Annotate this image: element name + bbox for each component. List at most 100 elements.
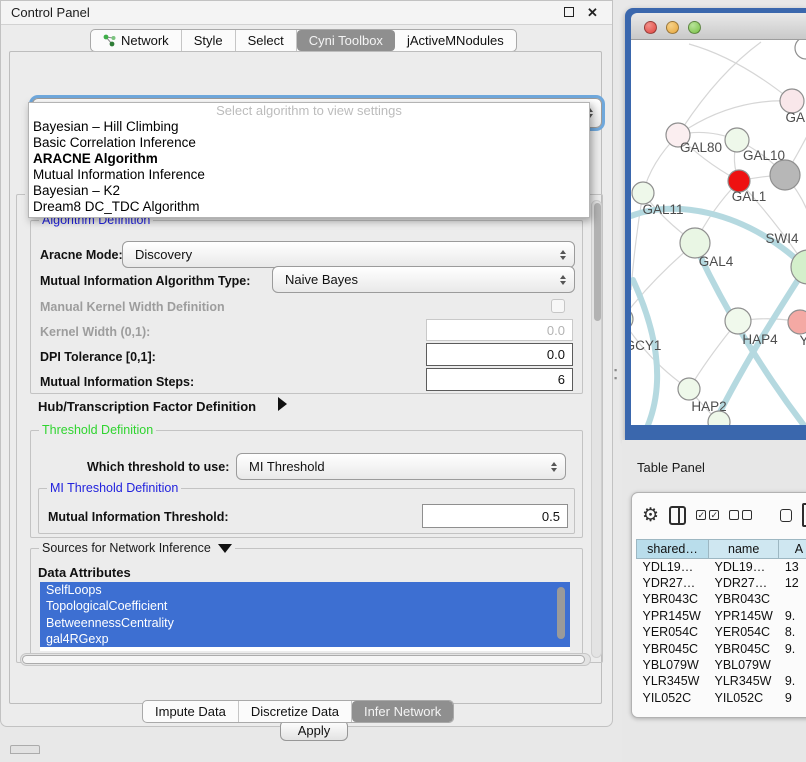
network-node-y[interactable] <box>788 310 806 334</box>
tab-jactivemnodules[interactable]: jActiveMNodules <box>395 30 516 51</box>
select-all-columns-icon[interactable]: ✓✓ <box>696 510 719 520</box>
tab-cyni-toolbox[interactable]: Cyni Toolbox <box>297 30 395 51</box>
network-edge[interactable] <box>678 42 761 135</box>
settings-vertical-scrollbar[interactable] <box>591 200 602 658</box>
attribute-item-gal4rgexp[interactable]: gal4RGexp <box>40 631 570 647</box>
columns-icon[interactable] <box>669 506 686 525</box>
network-node-label-hap4: HAP4 <box>742 332 778 347</box>
close-traffic-light-icon[interactable] <box>644 21 657 34</box>
table-row[interactable]: YBL079WYBL079W <box>637 657 806 673</box>
attribute-item-topologicalcoefficient[interactable]: TopologicalCoefficient <box>40 598 570 614</box>
table-cell: YLR345W <box>637 673 709 689</box>
table-cell: 9. <box>779 608 806 624</box>
algorithm-option-mutual-information-inference[interactable]: Mutual Information Inference <box>29 167 589 183</box>
network-node-gal11[interactable] <box>632 182 654 204</box>
mi-type-combobox[interactable]: Naive Bayes <box>272 266 575 293</box>
tab-network[interactable]: Network <box>91 30 182 51</box>
attributes-scrollbar[interactable] <box>555 584 566 648</box>
table-cell: 9. <box>779 673 806 689</box>
table-row[interactable]: YLR345WYLR345W9. <box>637 673 806 689</box>
table-cell <box>779 591 806 607</box>
network-canvas[interactable]: GALGAL80GAL10GAL1GAL11GAL4SWI4HAP4YGCY1H… <box>631 40 806 425</box>
manual-kernel-checkbox[interactable] <box>551 299 565 313</box>
zoom-traffic-light-icon[interactable] <box>688 21 701 34</box>
network-view-window[interactable]: GALGAL80GAL10GAL1GAL11GAL4SWI4HAP4YGCY1H… <box>625 8 806 440</box>
deselect-all-columns-icon[interactable] <box>729 510 752 520</box>
algorithm-option-dream8-dc-tdc-algorithm[interactable]: Dream8 DC_TDC Algorithm <box>29 199 589 215</box>
table-cell: YER054C <box>709 624 779 640</box>
mi-steps-label: Mutual Information Steps: <box>40 375 194 389</box>
table-row[interactable]: YBR045CYBR045C9. <box>637 640 806 656</box>
network-node-hap4[interactable] <box>725 308 751 334</box>
column-header-1[interactable]: name <box>709 540 779 559</box>
bottom-tab-impute-data[interactable]: Impute Data <box>143 701 239 722</box>
table-row[interactable]: YER054CYER054C8. <box>637 624 806 640</box>
kernel-width-field[interactable]: 0.0 <box>426 319 573 341</box>
collapse-arrow-icon[interactable] <box>218 544 232 553</box>
attribute-item-betweennesscentrality[interactable]: BetweennessCentrality <box>40 615 570 631</box>
column-header-0[interactable]: shared… <box>637 540 709 559</box>
mi-threshold-field[interactable]: 0.5 <box>422 504 568 528</box>
tab-label: Style <box>194 33 223 48</box>
kernel-width-label: Kernel Width (0,1): <box>40 325 150 339</box>
dpi-tolerance-field[interactable]: 0.0 <box>426 343 573 366</box>
gear-icon[interactable]: ⚙ <box>642 504 659 527</box>
settings-scrollbar-thumb[interactable] <box>594 203 601 321</box>
table-cell <box>779 657 806 673</box>
aracne-mode-combobox[interactable]: Discovery <box>122 241 575 268</box>
algorithm-option-bayesian-hill-climbing[interactable]: Bayesian – Hill Climbing <box>29 119 589 135</box>
network-node-hap2[interactable] <box>678 378 700 400</box>
network-edge[interactable] <box>631 193 643 290</box>
bottom-tab-infer-network[interactable]: Infer Network <box>352 701 453 722</box>
column-header-2[interactable]: A <box>779 540 806 559</box>
attribute-item-selfloops[interactable]: SelfLoops <box>40 582 570 598</box>
algorithm-option-basic-correlation-inference[interactable]: Basic Correlation Inference <box>29 135 589 151</box>
table-row[interactable]: YIL052CYIL052C9 <box>637 690 806 706</box>
algorithm-option-aracne-algorithm[interactable]: ARACNE Algorithm <box>29 151 589 167</box>
hub-definition-label: Hub/Transcription Factor Definition <box>38 399 256 414</box>
which-threshold-combobox[interactable]: MI Threshold <box>236 453 566 480</box>
network-node-label-gcy1: GCY1 <box>631 338 661 353</box>
network-node[interactable] <box>795 40 806 59</box>
node-table[interactable]: shared…nameA YDL19…YDL19…13YDR27…YDR27…1… <box>636 539 806 706</box>
network-node[interactable] <box>770 160 800 190</box>
table-row[interactable]: YPR145WYPR145W9. <box>637 608 806 624</box>
settings-hscrollbar-thumb[interactable] <box>22 655 585 664</box>
table-row[interactable]: YDL19…YDL19…13 <box>637 559 806 575</box>
algorithm-dropdown-popup: Select algorithm to view settings Bayesi… <box>28 102 590 218</box>
combo-arrows-icon <box>551 462 557 472</box>
minimize-traffic-light-icon[interactable] <box>666 21 679 34</box>
float-window-icon[interactable] <box>561 5 576 20</box>
network-window-titlebar[interactable] <box>631 13 806 40</box>
tab-label: Infer Network <box>364 704 441 719</box>
expand-arrow-icon[interactable] <box>278 397 287 411</box>
network-edge[interactable] <box>689 44 792 101</box>
dpi-tolerance-label: DPI Tolerance [0,1]: <box>40 350 156 364</box>
new-table-icon[interactable] <box>802 503 806 527</box>
box-icon[interactable] <box>780 509 792 522</box>
table-cell: 9. <box>779 640 806 656</box>
network-graph[interactable]: GALGAL80GAL10GAL1GAL11GAL4SWI4HAP4YGCY1H… <box>631 40 806 425</box>
control-panel-title: Control Panel <box>11 5 90 20</box>
aracne-mode-value: Discovery <box>135 247 192 262</box>
table-row[interactable]: YDR27…YDR27…12 <box>637 575 806 591</box>
apply-button[interactable]: Apply <box>280 720 348 741</box>
tab-label: Select <box>248 33 284 48</box>
aracne-mode-label: Aracne Mode: <box>40 248 123 262</box>
settings-horizontal-scrollbar[interactable] <box>20 653 591 666</box>
close-panel-icon[interactable]: ✕ <box>585 5 600 20</box>
data-attributes-list[interactable]: SelfLoopsTopologicalCoefficientBetweenne… <box>40 582 570 651</box>
table-cell: YDR27… <box>709 575 779 591</box>
table-cell: YBR045C <box>637 640 709 656</box>
bottom-tab-discretize-data[interactable]: Discretize Data <box>239 701 352 722</box>
mi-steps-field[interactable]: 6 <box>426 368 573 391</box>
panel-divider-handle[interactable]: ▪▪ <box>614 366 621 382</box>
network-node-gcy1[interactable] <box>631 308 633 330</box>
tab-style[interactable]: Style <box>182 30 236 51</box>
tab-label: Network <box>121 33 169 48</box>
tab-select[interactable]: Select <box>236 30 297 51</box>
table-row[interactable]: YBR043CYBR043C <box>637 591 806 607</box>
attributes-scrollbar-thumb[interactable] <box>557 587 565 639</box>
bottom-left-partial-button[interactable] <box>10 745 40 754</box>
algorithm-option-bayesian-k2[interactable]: Bayesian – K2 <box>29 183 589 199</box>
